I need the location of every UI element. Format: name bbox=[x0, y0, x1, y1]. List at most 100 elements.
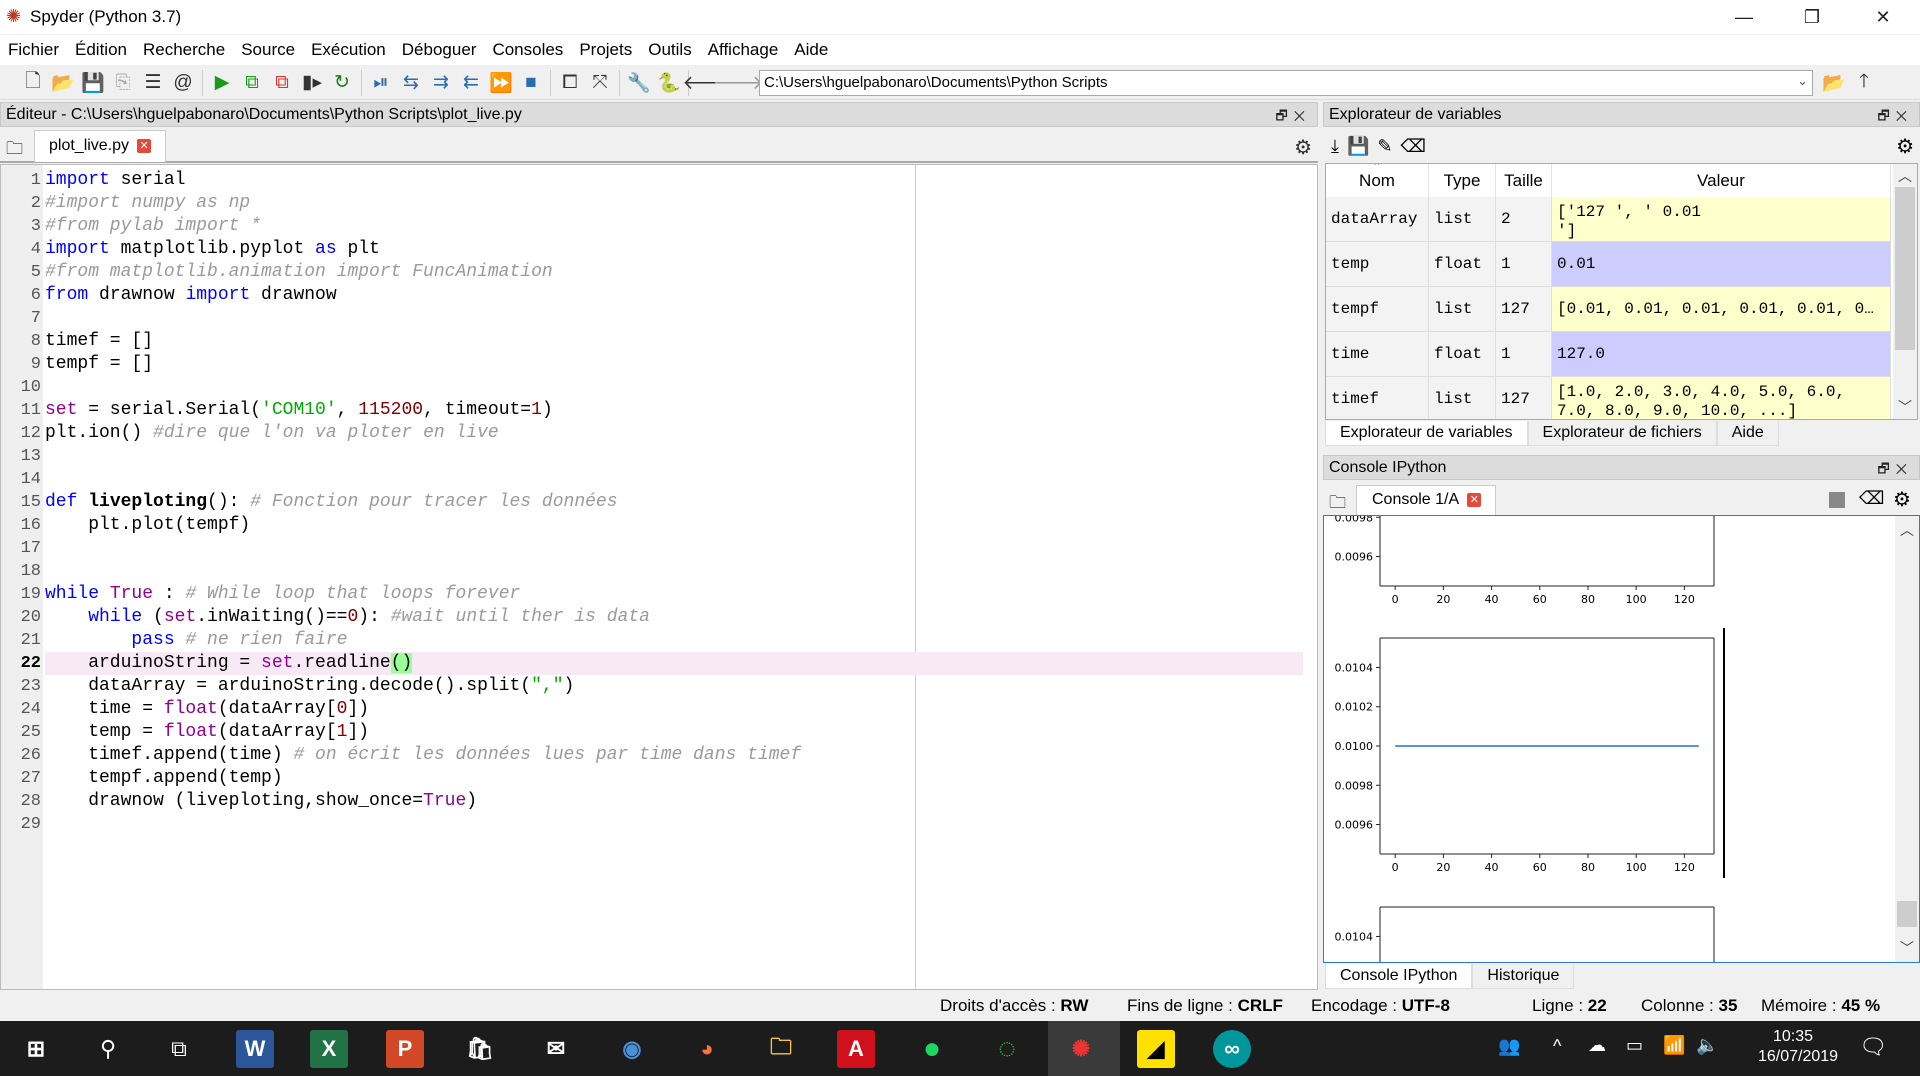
powerpoint-icon[interactable]: P bbox=[386, 1030, 424, 1068]
code-line[interactable] bbox=[45, 537, 1303, 560]
stop-debug-icon[interactable]: ■ bbox=[516, 68, 546, 98]
code-line[interactable]: #from matplotlib.animation import FuncAn… bbox=[45, 261, 1303, 284]
code-line[interactable]: pass # ne rien faire bbox=[45, 629, 1303, 652]
word-icon[interactable]: W bbox=[236, 1030, 274, 1068]
close-button[interactable]: ✕ bbox=[1853, 0, 1913, 34]
code-line[interactable]: import serial bbox=[45, 169, 1303, 192]
code-line[interactable] bbox=[45, 445, 1303, 468]
parent-directory-icon[interactable]: 🡑 bbox=[1849, 68, 1879, 98]
variable-size-cell[interactable]: 1 bbox=[1496, 242, 1552, 287]
scroll-down-icon[interactable]: ﹀ bbox=[1893, 397, 1917, 417]
working-directory-input[interactable]: C:\Users\hguelpabonaro\Documents\Python … bbox=[759, 69, 1813, 96]
variable-name-cell[interactable]: tempf bbox=[1326, 287, 1429, 332]
column-header-nom[interactable]: Nom ^ bbox=[1326, 164, 1429, 197]
variable-name-cell[interactable]: time bbox=[1326, 332, 1429, 377]
stop-kernel-icon[interactable] bbox=[1829, 492, 1845, 508]
excel-icon[interactable]: X bbox=[310, 1030, 348, 1068]
volume-icon[interactable]: 🔈 bbox=[1696, 1035, 1718, 1056]
variable-value-cell[interactable]: [1.0, 2.0, 3.0, 4.0, 5.0, 6.0, 7.0, 8.0,… bbox=[1552, 377, 1891, 419]
variable-type-cell[interactable]: list bbox=[1429, 197, 1496, 242]
variable-value-cell[interactable]: [0.01, 0.01, 0.01, 0.01, 0.01, 0… bbox=[1552, 287, 1891, 332]
spotify-icon[interactable]: ● bbox=[913, 1030, 951, 1068]
step-into-icon[interactable]: ⇉ bbox=[426, 68, 456, 98]
code-line[interactable]: tempf.append(temp) bbox=[45, 767, 1303, 790]
menu-fichier[interactable]: Fichier bbox=[8, 40, 66, 60]
scroll-up-icon[interactable]: ︿ bbox=[1895, 520, 1919, 540]
save-all-icon[interactable]: ⎘ bbox=[108, 68, 138, 98]
menu-source[interactable]: Source bbox=[241, 40, 302, 60]
outlook-icon[interactable]: ◉ bbox=[613, 1030, 651, 1068]
debug-icon[interactable]: ⏯ bbox=[366, 68, 396, 98]
tab-file-explorer[interactable]: Explorateur de fichiers bbox=[1527, 421, 1717, 446]
scrollbar-thumb[interactable] bbox=[1897, 901, 1917, 927]
variable-size-cell[interactable]: 2 bbox=[1496, 197, 1552, 242]
code-editor[interactable]: 1 2 3 4 5 6 7 8 9 10 11 12 13 14 15 16 17 18 19 20 21 22 23 24 2… bbox=[0, 164, 1318, 990]
save-data-as-icon[interactable]: ✎ bbox=[1377, 136, 1392, 157]
app-circle-icon[interactable]: ◌ bbox=[988, 1030, 1026, 1068]
new-file-icon[interactable]: 🗋 bbox=[18, 68, 48, 98]
menu-projets[interactable]: Projets bbox=[579, 40, 639, 60]
battery-icon[interactable]: ▭ bbox=[1626, 1035, 1643, 1056]
spyder-icon[interactable]: ✺ bbox=[1062, 1030, 1100, 1068]
menu-consoles[interactable]: Consoles bbox=[492, 40, 570, 60]
code-line[interactable]: drawnow (liveploting,show_once=True) bbox=[45, 790, 1303, 813]
sticky-notes-icon[interactable]: ◢ bbox=[1137, 1030, 1175, 1068]
code-line[interactable]: plt.plot(tempf) bbox=[45, 514, 1303, 537]
code-line[interactable] bbox=[45, 813, 1303, 836]
restore-button[interactable]: ❐ bbox=[1782, 0, 1842, 34]
windows-start-icon[interactable]: ⊞ bbox=[17, 1030, 55, 1068]
continue-icon[interactable]: ⏩ bbox=[486, 68, 516, 98]
code-line[interactable]: #from pylab import * bbox=[45, 215, 1303, 238]
code-line[interactable]: set = serial.Serial('COM10', 115200, tim… bbox=[45, 399, 1303, 422]
scrollbar-thumb[interactable] bbox=[1895, 187, 1915, 350]
tab-history[interactable]: Historique bbox=[1472, 964, 1575, 989]
menu-execution[interactable]: Exécution bbox=[311, 40, 393, 60]
variable-value-cell[interactable]: 0.01 bbox=[1552, 242, 1891, 287]
code-line[interactable] bbox=[45, 560, 1303, 583]
acrobat-icon[interactable]: A bbox=[837, 1030, 875, 1068]
forward-arrow-icon[interactable]: 🡒 bbox=[713, 68, 764, 98]
code-line[interactable]: arduinoString = set.readline() bbox=[45, 652, 1303, 675]
file-explorer-icon[interactable]: 🗀 bbox=[762, 1030, 800, 1068]
code-line[interactable]: def liveploting(): # Fonction pour trace… bbox=[45, 491, 1303, 514]
menu-affichage[interactable]: Affichage bbox=[708, 40, 786, 60]
wifi-icon[interactable]: 📶 bbox=[1663, 1035, 1685, 1056]
save-icon[interactable]: 💾 bbox=[78, 68, 108, 98]
outline-icon[interactable]: ☰ bbox=[138, 68, 168, 98]
code-line[interactable]: timef.append(time) # on écrit les donnée… bbox=[45, 744, 1303, 767]
variable-value-cell[interactable]: ['127 ', ' 0.01 '] bbox=[1552, 197, 1891, 242]
gear-icon[interactable]: ⚙ bbox=[1896, 134, 1914, 159]
close-tab-icon[interactable]: ✕ bbox=[1467, 493, 1482, 507]
browse-tabs-icon[interactable]: 🗀 bbox=[6, 136, 23, 165]
column-header-type[interactable]: Type bbox=[1429, 164, 1496, 197]
menu-aide[interactable]: Aide bbox=[794, 40, 835, 60]
save-data-icon[interactable]: 💾 bbox=[1347, 136, 1369, 157]
variable-size-cell[interactable]: 127 bbox=[1496, 377, 1552, 419]
maximize-pane-icon[interactable]: ⧠ bbox=[555, 68, 585, 98]
column-header-valeur[interactable]: Valeur bbox=[1552, 164, 1891, 197]
menu-deboguer[interactable]: Déboguer bbox=[402, 40, 484, 60]
mail-icon[interactable]: ✉ bbox=[537, 1030, 575, 1068]
tab-console-ipython[interactable]: Console IPython bbox=[1325, 964, 1473, 989]
minimize-button[interactable]: — bbox=[1714, 0, 1774, 34]
code-line[interactable]: dataArray = arduinoString.decode().split… bbox=[45, 675, 1303, 698]
menu-outils[interactable]: Outils bbox=[648, 40, 698, 60]
preferences-wrench-icon[interactable]: 🔧 bbox=[624, 68, 654, 98]
step-return-icon[interactable]: ⇇ bbox=[456, 68, 486, 98]
code-line[interactable]: plt.ion() #dire que l'on va ploter en li… bbox=[45, 422, 1303, 445]
scroll-up-icon[interactable]: ︿ bbox=[1893, 166, 1917, 186]
code-line[interactable]: time = float(dataArray[0]) bbox=[45, 698, 1303, 721]
search-icon[interactable]: ⚲ bbox=[89, 1030, 127, 1068]
tab-help[interactable]: Aide bbox=[1716, 421, 1779, 446]
code-line[interactable]: from drawnow import drawnow bbox=[45, 284, 1303, 307]
clock[interactable]: 10:35 16/07/2019 bbox=[1758, 1027, 1838, 1067]
step-icon[interactable]: ⇆ bbox=[396, 68, 426, 98]
variable-value-cell[interactable]: 127.0 bbox=[1552, 332, 1891, 377]
code-line[interactable]: while True : # While loop that loops for… bbox=[45, 583, 1303, 606]
run-selection-icon[interactable]: ▮▸ bbox=[297, 68, 327, 98]
at-icon[interactable]: @ bbox=[168, 68, 198, 98]
gear-icon[interactable]: ⚙ bbox=[1294, 135, 1312, 160]
variable-name-cell[interactable]: dataArray bbox=[1326, 197, 1429, 242]
variable-type-cell[interactable]: list bbox=[1429, 377, 1496, 419]
variable-type-cell[interactable]: float bbox=[1429, 242, 1496, 287]
